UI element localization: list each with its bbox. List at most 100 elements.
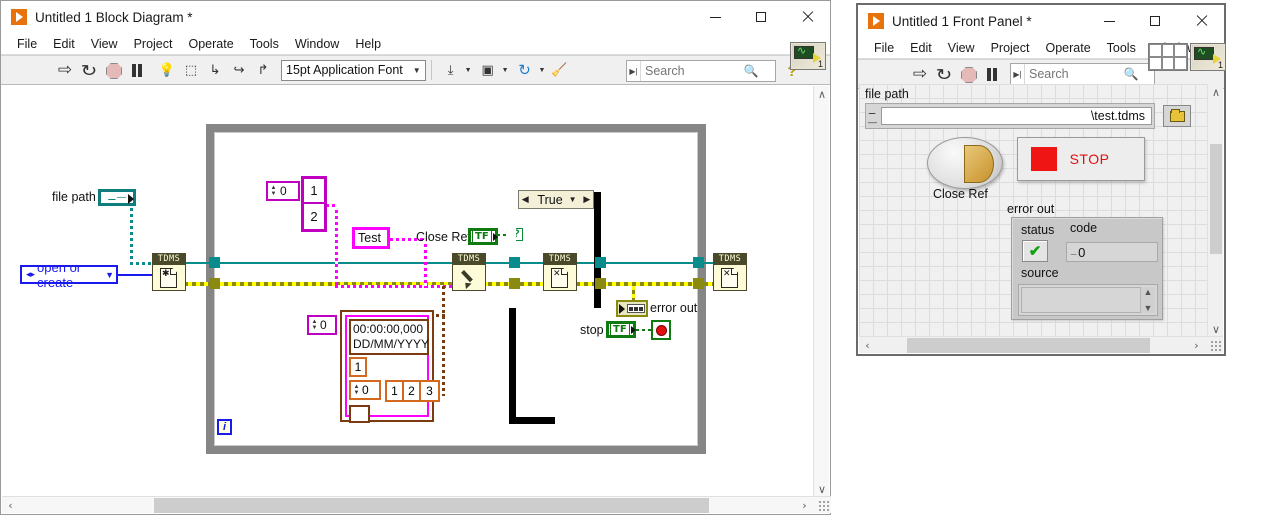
tdms-close-node-outer[interactable]: TDMS ✕ bbox=[713, 253, 747, 291]
run-continuously-icon[interactable] bbox=[78, 59, 100, 81]
menu-operate[interactable]: Operate bbox=[1037, 39, 1098, 57]
fp-browse-button[interactable] bbox=[1163, 105, 1191, 127]
minimize-button[interactable] bbox=[1086, 5, 1132, 37]
minimize-button[interactable] bbox=[692, 1, 738, 33]
clean-up-diagram-icon[interactable] bbox=[548, 59, 570, 81]
chevron-down-icon[interactable]: ▼ bbox=[569, 195, 581, 204]
close-button[interactable] bbox=[1178, 5, 1224, 37]
fp-status-led[interactable]: ✔ bbox=[1022, 240, 1048, 262]
menu-file[interactable]: File bbox=[866, 39, 902, 57]
hscroll-thumb[interactable] bbox=[907, 338, 1150, 353]
fp-source-indicator[interactable]: ▲ ▼ bbox=[1018, 284, 1158, 316]
fp-code-indicator[interactable]: ⚊ 0 bbox=[1066, 242, 1158, 262]
pause-icon[interactable] bbox=[981, 63, 1003, 85]
timestamp-one-constant[interactable]: 1 bbox=[349, 357, 367, 377]
tdms-open-node[interactable]: TDMS ✱ bbox=[152, 253, 186, 291]
fp-source-text[interactable] bbox=[1021, 287, 1155, 313]
align-objects-button[interactable]: ▼ bbox=[437, 59, 474, 81]
menu-window[interactable]: Window bbox=[287, 35, 347, 53]
menu-project[interactable]: Project bbox=[126, 35, 181, 53]
retain-wire-values-icon[interactable] bbox=[180, 59, 202, 81]
run-arrow-icon[interactable] bbox=[909, 63, 931, 85]
menu-view[interactable]: View bbox=[940, 39, 983, 57]
operation-enum-control[interactable]: ◂▸ open or create ▼ bbox=[20, 260, 118, 290]
font-selector[interactable]: 15pt Application Font ▼ bbox=[281, 59, 426, 81]
menu-project[interactable]: Project bbox=[983, 39, 1038, 57]
iteration-terminal[interactable]: i bbox=[217, 419, 232, 435]
menu-file[interactable]: File bbox=[9, 35, 45, 53]
front-panel-hscrollbar[interactable]: ‹ › bbox=[859, 336, 1223, 353]
timestamp-array-constant[interactable]: 1 2 3 bbox=[385, 380, 440, 402]
case-next-icon[interactable]: ▶ bbox=[581, 191, 593, 208]
step-into-icon[interactable] bbox=[204, 59, 226, 81]
reorder-button[interactable]: ▼ bbox=[511, 59, 548, 81]
tdms-close-node-case[interactable]: TDMS ✕ bbox=[543, 253, 577, 291]
loop-count-constant[interactable]: ▲ ▼ 0 bbox=[266, 181, 300, 201]
tdms-write-node[interactable]: TDMS bbox=[452, 253, 486, 291]
highlight-execution-bulb-icon[interactable] bbox=[156, 59, 178, 81]
timestamp-empty-constant[interactable] bbox=[349, 405, 370, 423]
front-panel-canvas[interactable]: file path ⚊— \test.tdms Close Ref STOP e… bbox=[859, 84, 1207, 337]
menu-view[interactable]: View bbox=[83, 35, 126, 53]
stop-terminal[interactable]: TF bbox=[606, 321, 636, 338]
array-constant[interactable]: 1 2 bbox=[301, 176, 327, 232]
timestamp-num-constant[interactable]: ▲ ▼ 0 bbox=[349, 380, 381, 400]
scroll-up-icon[interactable]: ∧ bbox=[1208, 84, 1224, 100]
scroll-down-icon[interactable]: ▼ bbox=[1144, 303, 1153, 313]
menu-tools[interactable]: Tools bbox=[242, 35, 287, 53]
front-panel-vscrollbar[interactable]: ∧ ∨ bbox=[1207, 84, 1223, 337]
search-input[interactable] bbox=[641, 61, 741, 81]
file-path-terminal[interactable]: ⚊— bbox=[98, 189, 136, 206]
magnifier-icon[interactable] bbox=[741, 61, 761, 81]
close-ref-terminal[interactable]: TF bbox=[468, 228, 498, 245]
distribute-objects-button[interactable]: ▼ bbox=[474, 59, 511, 81]
timestamp-format-string[interactable]: 00:00:00,000 DD/MM/YYYY bbox=[349, 319, 429, 355]
menu-operate[interactable]: Operate bbox=[180, 35, 241, 53]
maximize-button[interactable] bbox=[738, 1, 784, 33]
vscroll-thumb[interactable] bbox=[1210, 144, 1222, 254]
run-arrow-icon[interactable] bbox=[54, 59, 76, 81]
magnifier-icon[interactable] bbox=[1121, 64, 1141, 84]
menu-edit[interactable]: Edit bbox=[902, 39, 940, 57]
pause-icon[interactable] bbox=[126, 59, 148, 81]
timestamp-cluster-constant[interactable]: 00:00:00,000 DD/MM/YYYY 1 ▲ ▼ 0 1 2 3 bbox=[340, 310, 440, 423]
step-over-icon[interactable] bbox=[228, 59, 250, 81]
menu-help[interactable]: Help bbox=[347, 35, 389, 53]
scroll-down-icon[interactable]: ∨ bbox=[814, 481, 830, 497]
case-structure[interactable] bbox=[509, 192, 601, 424]
error-out-terminal[interactable] bbox=[616, 300, 648, 317]
menu-edit[interactable]: Edit bbox=[45, 35, 83, 53]
scroll-up-icon[interactable]: ∧ bbox=[814, 86, 830, 102]
block-diagram-hscrollbar[interactable]: ‹ › bbox=[2, 496, 831, 513]
scroll-left-icon[interactable]: ‹ bbox=[2, 497, 19, 514]
fp-stop-button[interactable]: STOP bbox=[1017, 137, 1145, 181]
block-diagram-canvas[interactable]: i file path ⚊— ◂▸ open or create ▼ TDMS … bbox=[2, 86, 815, 497]
maximize-button[interactable] bbox=[1132, 5, 1178, 37]
scroll-right-icon[interactable]: › bbox=[796, 497, 813, 514]
alignment-grid-icon[interactable] bbox=[1148, 43, 1188, 71]
fp-file-path-input[interactable]: \test.tdms bbox=[881, 107, 1152, 125]
case-selector-header[interactable]: ◀ True ▼ ▶ bbox=[518, 190, 594, 209]
connector-pane-icon[interactable]: 1 bbox=[1190, 43, 1226, 71]
fp-file-path-control[interactable]: ⚊— \test.tdms bbox=[865, 103, 1155, 129]
step-out-icon[interactable] bbox=[252, 59, 274, 81]
close-button[interactable] bbox=[784, 1, 830, 33]
scroll-left-icon[interactable]: ‹ bbox=[859, 337, 876, 354]
scroll-down-icon[interactable]: ∨ bbox=[1208, 321, 1224, 337]
menu-tools[interactable]: Tools bbox=[1099, 39, 1144, 57]
string-constant[interactable]: Test bbox=[352, 227, 390, 249]
run-continuously-icon[interactable] bbox=[933, 63, 955, 85]
timestamp-index-constant[interactable]: ▲ ▼ 0 bbox=[307, 315, 337, 335]
block-diagram-vscrollbar[interactable]: ∧ ∨ bbox=[813, 86, 829, 497]
connector-pane-icon[interactable]: 1 bbox=[790, 42, 826, 70]
resize-grip-icon[interactable] bbox=[1210, 340, 1222, 352]
fp-source-scrollbar[interactable]: ▲ ▼ bbox=[1140, 287, 1155, 313]
scroll-up-icon[interactable]: ▲ bbox=[1144, 287, 1153, 297]
search-box[interactable]: ▶| bbox=[626, 60, 776, 82]
abort-execution-icon[interactable] bbox=[102, 59, 124, 81]
stop-boolean-constant[interactable] bbox=[651, 320, 671, 340]
hscroll-thumb[interactable] bbox=[154, 498, 709, 513]
search-input[interactable] bbox=[1025, 64, 1121, 84]
scroll-right-icon[interactable]: › bbox=[1188, 337, 1205, 354]
abort-execution-icon[interactable] bbox=[957, 63, 979, 85]
